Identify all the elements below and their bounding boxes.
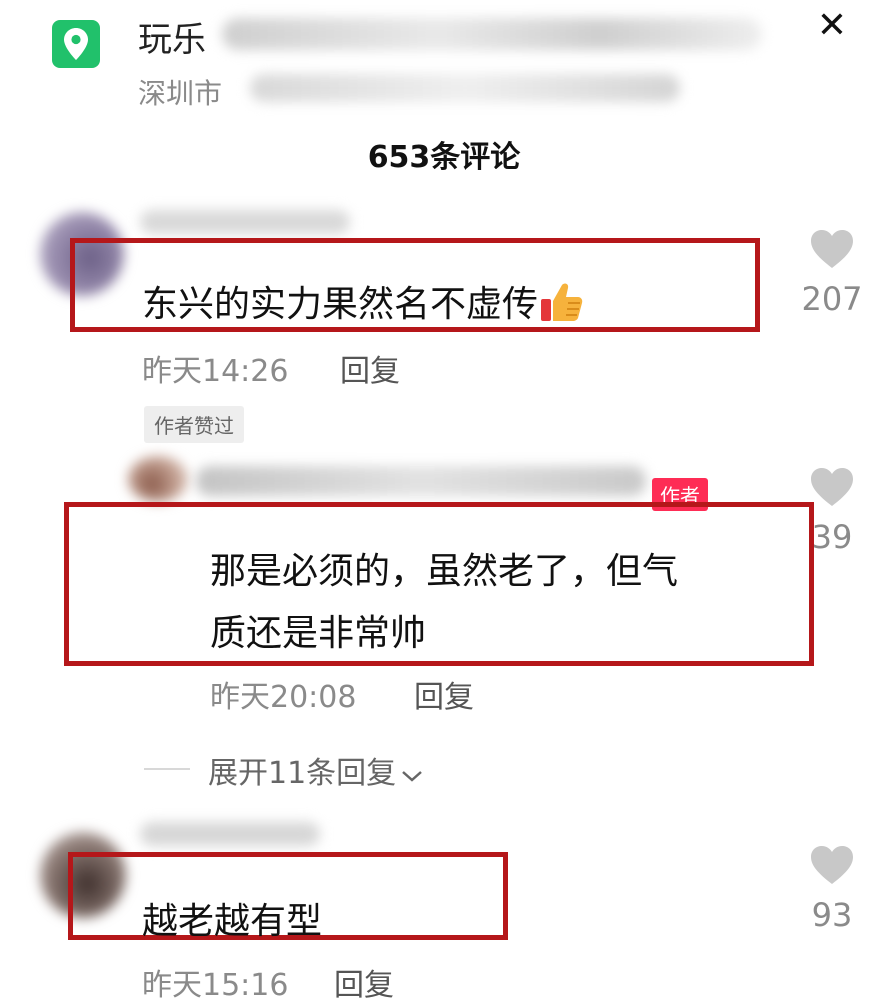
comment-count-title: 653条评论 (367, 140, 521, 175)
place-address: 深圳市 (138, 77, 223, 110)
like-count: 207 (801, 280, 863, 318)
comment-text: 东兴的实力果然名不虚传 (142, 275, 584, 334)
comment-text-line-1: 那是必须的，虽然老了，但气 (210, 551, 679, 592)
close-button[interactable]: ✕ (812, 6, 852, 46)
avatar[interactable] (128, 456, 188, 502)
expand-replies-label: 展开11条回复 (208, 756, 397, 791)
username-redaction (196, 466, 646, 496)
like-count: 93 (811, 896, 853, 934)
heart-icon (811, 846, 853, 884)
place-address-redaction (250, 74, 680, 102)
expand-replies-button[interactable]: 展开11条回复 (208, 748, 424, 792)
location-pin-icon (52, 20, 100, 68)
comment-text-content: 东兴的实力果然名不虚传 (142, 284, 539, 325)
reply-button[interactable]: 回复 (414, 672, 474, 716)
reply-button[interactable]: 回复 (340, 346, 400, 390)
like-count: 39 (811, 518, 853, 556)
like-button[interactable] (792, 466, 872, 512)
author-liked-badge: 作者赞过 (144, 406, 244, 443)
heart-icon (811, 230, 853, 268)
reply-button[interactable]: 回复 (334, 960, 394, 1004)
chevron-down-icon (400, 757, 424, 792)
place-name[interactable]: 玩乐 (138, 12, 206, 61)
comment-text: 越老越有型 (142, 901, 323, 942)
comment-text-line-2: 质还是非常帅 (210, 613, 427, 654)
heart-icon (811, 468, 853, 506)
thumbs-up-icon (538, 279, 584, 334)
comment-time: 昨天15:16 (142, 968, 289, 1003)
username-redaction (140, 822, 320, 846)
username-redaction (140, 210, 350, 234)
like-button[interactable] (792, 844, 872, 890)
like-button[interactable] (792, 228, 872, 274)
place-name-redaction (222, 18, 762, 50)
comment-time: 昨天20:08 (210, 680, 357, 715)
expand-divider (144, 768, 190, 770)
comment-time: 昨天14:26 (142, 354, 289, 389)
